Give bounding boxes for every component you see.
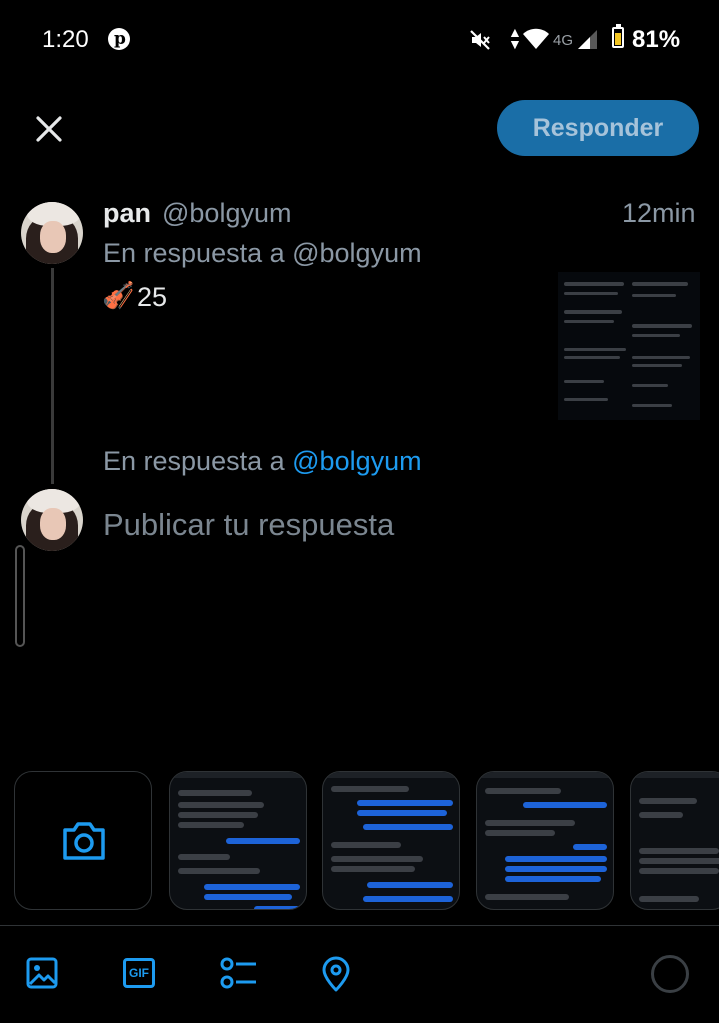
reply-to-prefix: En respuesta a <box>103 446 285 476</box>
camera-icon <box>63 822 105 860</box>
toolbar-divider <box>0 925 719 926</box>
reply-context: En respuesta a @bolgyum <box>103 238 422 268</box>
reply-to-handle[interactable]: @bolgyum <box>292 446 421 476</box>
gallery-thumbnail[interactable] <box>630 771 719 910</box>
camera-button[interactable] <box>14 771 152 910</box>
signal-icon <box>578 30 597 49</box>
gallery-thumbnail[interactable] <box>169 771 307 910</box>
tweet-time: 12min <box>622 198 696 228</box>
pinterest-icon: p <box>108 28 130 50</box>
wifi-icon <box>523 28 549 49</box>
data-arrows-icon: ▲ ▼ <box>508 24 522 52</box>
author-handle: @bolgyum <box>162 198 292 228</box>
reply-button[interactable]: Responder <box>497 100 699 156</box>
tweet-text: 25 <box>137 282 168 312</box>
mute-icon <box>470 30 490 50</box>
status-time: 1:20 <box>42 26 89 53</box>
violin-icon: 🎻 <box>102 280 135 310</box>
gallery-thumbnail[interactable] <box>476 771 614 910</box>
location-icon[interactable] <box>320 956 352 992</box>
gif-icon[interactable]: GIF <box>123 958 155 988</box>
close-icon[interactable] <box>28 108 70 150</box>
battery-icon <box>612 24 624 48</box>
avatar[interactable] <box>21 202 83 264</box>
battery-percent: 81% <box>632 26 681 53</box>
poll-icon[interactable] <box>220 956 258 990</box>
tweet-image-thumbnail[interactable] <box>558 272 700 420</box>
network-label: 4G <box>553 32 574 49</box>
character-counter <box>651 955 689 993</box>
image-icon[interactable] <box>26 956 58 990</box>
thread-line <box>51 268 54 484</box>
reply-input[interactable] <box>103 503 663 547</box>
avatar <box>21 489 83 551</box>
gif-label: GIF <box>129 966 149 980</box>
author-name: pan <box>103 198 152 228</box>
reply-to-line: En respuesta a @bolgyum <box>103 446 422 477</box>
scroll-handle[interactable] <box>15 545 25 647</box>
gallery-thumbnail[interactable] <box>322 771 460 910</box>
